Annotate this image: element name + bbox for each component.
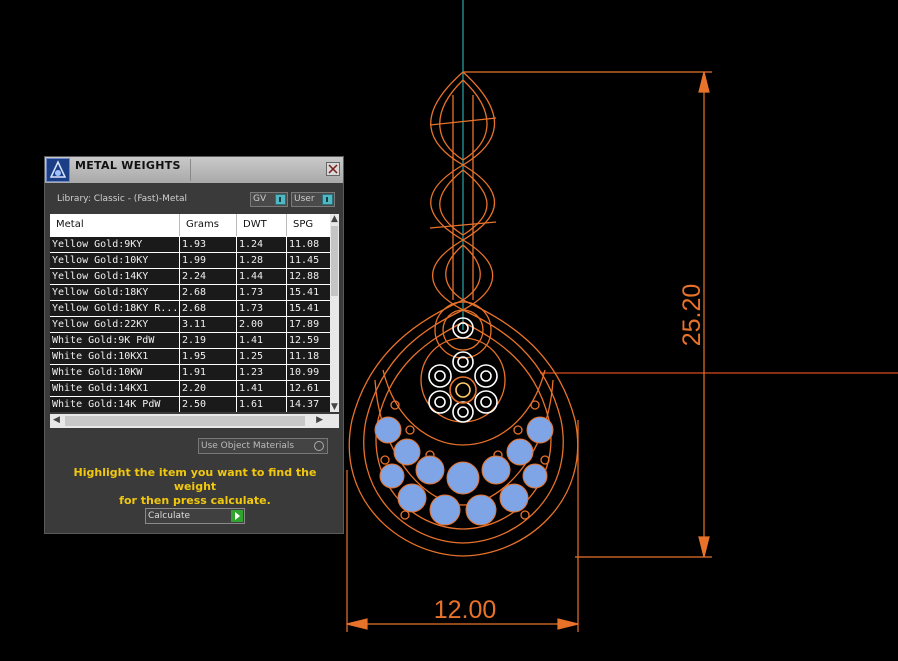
table-cell: 1.23 (237, 365, 287, 380)
table-cell: 1.99 (180, 253, 237, 268)
table-row[interactable]: Yellow Gold:18KY R... 2.68 1.73 15.41 (50, 301, 331, 317)
dimension-height (463, 71, 712, 558)
table-row[interactable]: Yellow Gold:14KY 2.24 1.44 12.88 (50, 269, 331, 285)
table-cell: 2.00 (237, 317, 287, 332)
table-row[interactable]: White Gold:10KW 1.91 1.23 10.99 (50, 365, 331, 381)
table-cell: 15.41 (287, 285, 331, 300)
column-header-metal[interactable]: Metal (50, 214, 180, 236)
table-cell: 1.61 (237, 397, 287, 412)
table-cell: 2.19 (180, 333, 237, 348)
table-row[interactable]: White Gold:9K PdW 2.19 1.41 12.59 (50, 333, 331, 349)
gv-toggle[interactable]: GV (250, 192, 288, 207)
table-cell: 1.73 (237, 285, 287, 300)
table-cell: 15.41 (287, 301, 331, 316)
scroll-right-icon[interactable]: ▶ (316, 415, 323, 425)
close-icon (328, 164, 338, 174)
table-cell: 12.61 (287, 381, 331, 396)
user-toggle[interactable]: User (291, 192, 335, 207)
vertical-scroll-thumb[interactable] (331, 226, 338, 296)
table-cell: Yellow Gold:22KY (50, 317, 180, 332)
instruction-line-2: for then press calculate. (119, 494, 271, 507)
play-icon (231, 510, 243, 522)
table-cell: 12.59 (287, 333, 331, 348)
table-cell: 1.41 (237, 333, 287, 348)
table-cell: 1.73 (237, 301, 287, 316)
scroll-left-icon[interactable]: ◀ (53, 415, 60, 425)
table-cell: 1.25 (237, 349, 287, 364)
table-cell: 3.11 (180, 317, 237, 332)
instruction-line-1: Highlight the item you want to find the … (73, 466, 317, 493)
table-row[interactable]: Yellow Gold:10KY 1.99 1.28 11.45 (50, 253, 331, 269)
table-row[interactable]: White Gold:14KX1 2.20 1.41 12.61 (50, 381, 331, 397)
table-row[interactable]: Yellow Gold:18KY 2.68 1.73 15.41 (50, 285, 331, 301)
dialog-titlebar[interactable]: METAL WEIGHTS (45, 157, 343, 183)
dialog-title: METAL WEIGHTS (75, 159, 181, 172)
table-cell: 2.20 (180, 381, 237, 396)
radio-icon[interactable] (314, 441, 324, 451)
table-cell: White Gold:10KW (50, 365, 180, 380)
table-cell: Yellow Gold:14KY (50, 269, 180, 284)
flower-cluster (428, 317, 498, 423)
app-logo-icon (46, 158, 70, 182)
scroll-down-icon[interactable]: ▼ (331, 402, 338, 412)
column-header-dwt[interactable]: DWT (237, 214, 287, 236)
titlebar-separator (190, 159, 191, 181)
table-cell: 1.24 (237, 237, 287, 252)
table-row[interactable]: Yellow Gold:9KY 1.93 1.24 11.08 (50, 237, 331, 253)
use-object-materials-label: Use Object Materials (201, 441, 295, 451)
gv-toggle-knob (275, 194, 286, 205)
table-cell: 1.44 (237, 269, 287, 284)
table-cell: 11.45 (287, 253, 331, 268)
gemstones (374, 416, 554, 526)
user-toggle-knob (322, 194, 333, 205)
table-row[interactable]: Yellow Gold:22KY 3.11 2.00 17.89 (50, 317, 331, 333)
calculate-label: Calculate (148, 511, 191, 521)
table-cell: 1.28 (237, 253, 287, 268)
table-cell: 2.68 (180, 285, 237, 300)
table-cell: 1.93 (180, 237, 237, 252)
horizontal-scrollbar[interactable]: ◀ ▶ (50, 414, 339, 428)
table-cell: 17.89 (287, 317, 331, 332)
user-toggle-label: User (294, 194, 315, 204)
table-cell: 14.37 (287, 397, 331, 412)
table-cell: White Gold:9K PdW (50, 333, 180, 348)
table-header: Metal Grams DWT SPG (50, 214, 331, 236)
table-cell: Yellow Gold:10KY (50, 253, 180, 268)
vertical-scrollbar[interactable]: ▲ ▼ (330, 214, 339, 412)
metal-table[interactable]: Metal Grams DWT SPG Yellow Gold:9KY 1.93 1… (50, 214, 339, 412)
table-cell: 10.99 (287, 365, 331, 380)
column-header-grams[interactable]: Grams (180, 214, 237, 236)
table-cell: White Gold:14KX1 (50, 381, 180, 396)
table-cell: Yellow Gold:18KY R... (52, 301, 180, 316)
table-cell: 1.95 (180, 349, 237, 364)
table-cell: 11.08 (287, 237, 331, 252)
calculate-button[interactable]: Calculate (145, 508, 245, 524)
table-cell: 2.24 (180, 269, 237, 284)
close-button[interactable] (326, 162, 340, 176)
table-cell: 11.18 (287, 349, 331, 364)
table-cell: 2.68 (180, 301, 237, 316)
scroll-up-icon[interactable]: ▲ (331, 214, 338, 224)
column-header-spg[interactable]: SPG (287, 214, 331, 236)
instruction-text: Highlight the item you want to find the … (55, 466, 335, 508)
height-dimension-label: 25.20 (678, 284, 706, 347)
table-cell: White Gold:14K PdW (50, 397, 180, 412)
table-cell: Yellow Gold:18KY (50, 285, 180, 300)
use-object-materials-option[interactable]: Use Object Materials (198, 438, 328, 454)
table-cell: 2.50 (180, 397, 237, 412)
table-row[interactable]: White Gold:10KX1 1.95 1.25 11.18 (50, 349, 331, 365)
table-cell: 12.88 (287, 269, 331, 284)
horizontal-scroll-thumb[interactable] (65, 416, 305, 426)
metal-weights-dialog: METAL WEIGHTS Library: Classic - (Fast)-… (44, 156, 344, 534)
table-cell: White Gold:10KX1 (50, 349, 180, 364)
table-cell: 1.41 (237, 381, 287, 396)
table-cell: Yellow Gold:9KY (50, 237, 180, 252)
width-dimension-label: 12.00 (434, 596, 497, 624)
table-cell: 1.91 (180, 365, 237, 380)
gv-toggle-label: GV (253, 194, 267, 204)
table-row[interactable]: White Gold:14K PdW 2.50 1.61 14.37 (50, 397, 331, 412)
table-body: Yellow Gold:9KY 1.93 1.24 11.08 Yellow Gold:… (50, 237, 331, 412)
library-label: Library: Classic - (Fast)-Metal (57, 194, 188, 204)
